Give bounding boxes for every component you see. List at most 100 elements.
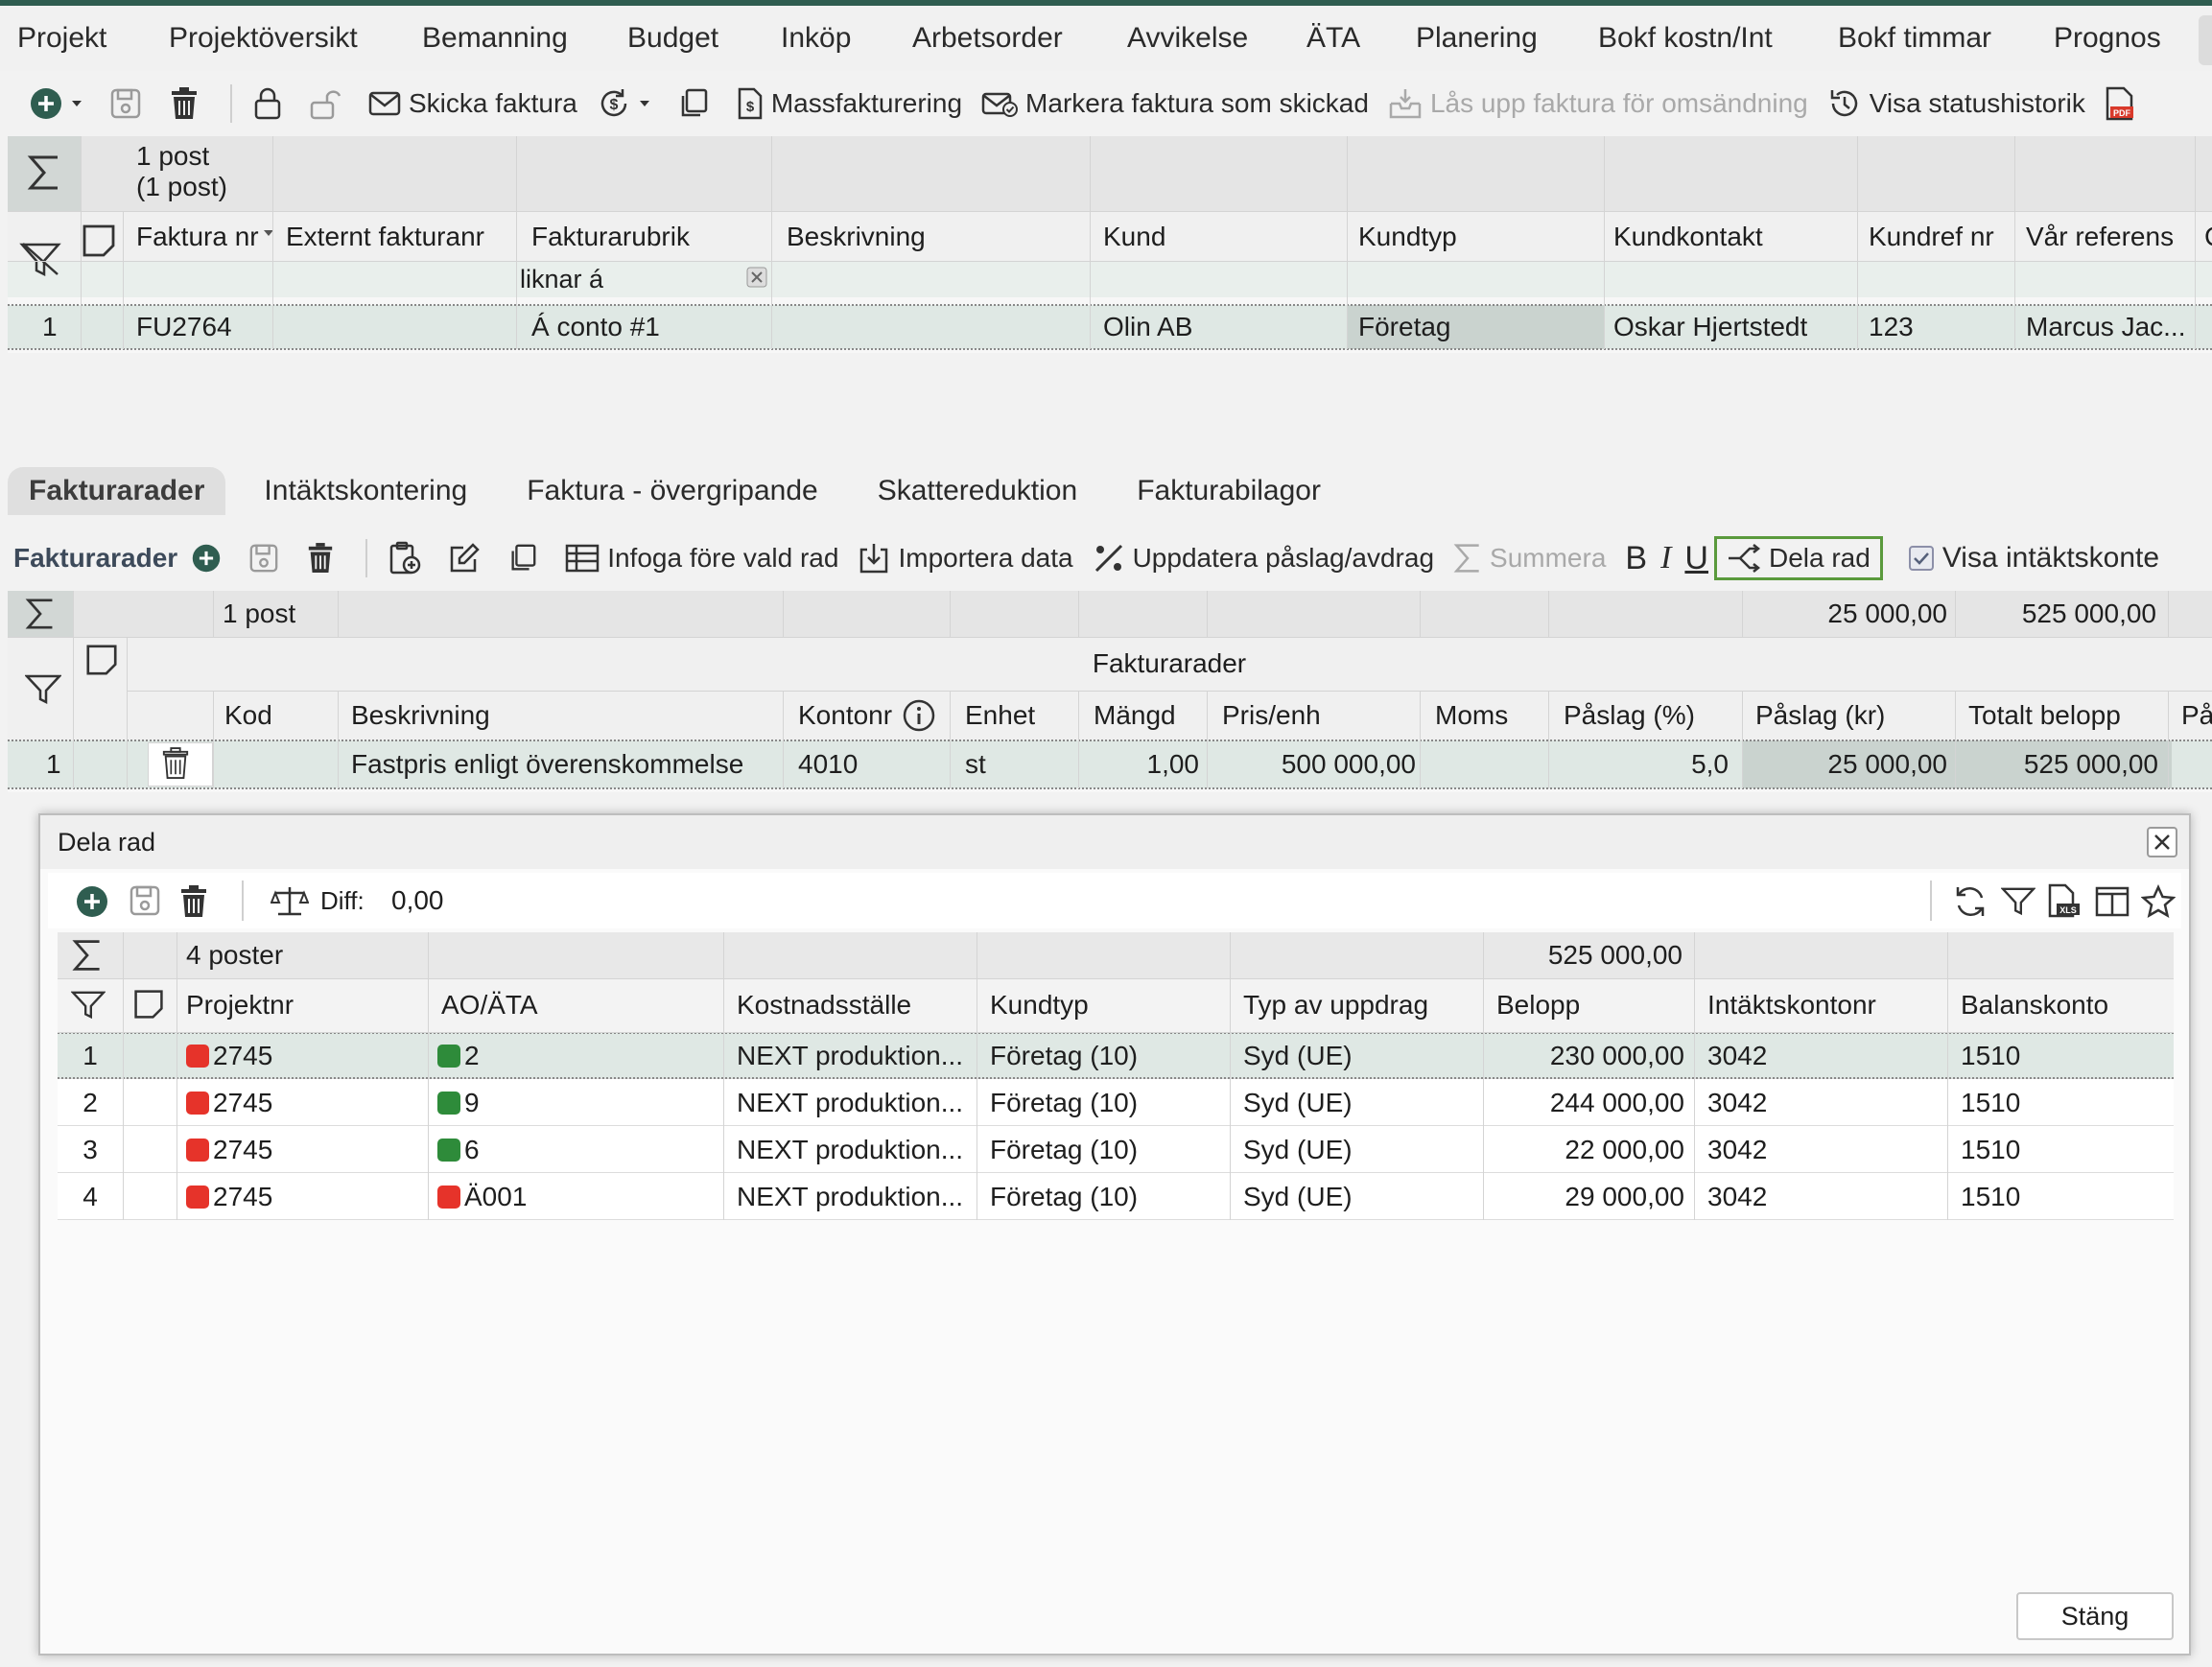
note-icon[interactable]	[81, 223, 117, 259]
col-projektnr[interactable]: Projektnr	[186, 978, 294, 1032]
delete-button[interactable]	[169, 86, 207, 121]
sum-button[interactable]: Summera	[1453, 542, 1606, 575]
col-totalt-belopp[interactable]: Totalt belopp	[1968, 691, 2121, 740]
cell-faktura-nr[interactable]: FU2764	[136, 305, 232, 349]
cell-belopp[interactable]: 22 000,00	[1489, 1126, 1684, 1173]
col-typ-av-uppdrag[interactable]: Typ av uppdrag	[1243, 978, 1428, 1032]
cell-kostnadsstalle[interactable]: NEXT produktion...	[737, 1126, 975, 1173]
save-icon[interactable]	[129, 884, 161, 917]
trash-icon[interactable]	[178, 884, 209, 919]
tab-fakturabilagor[interactable]: Fakturabilagor	[1116, 467, 1342, 515]
cell-rubrik[interactable]: Á conto #1	[531, 305, 660, 349]
cell-kundtyp[interactable]: Företag (10)	[990, 1079, 1228, 1126]
pdf-button[interactable]: PDF	[2105, 85, 2143, 122]
cell-intaktskontonr[interactable]: 3042	[1707, 1079, 1945, 1126]
col-kundtyp[interactable]: Kundtyp	[990, 978, 1089, 1032]
cell-projektnr[interactable]: 2745	[186, 1126, 426, 1173]
note-icon[interactable]	[132, 988, 165, 1021]
col-kund[interactable]: Kund	[1103, 215, 1165, 259]
cell-kundtyp[interactable]: Företag (10)	[990, 1032, 1228, 1079]
col-var-referens[interactable]: Vår referens	[2026, 215, 2174, 259]
send-invoice-button[interactable]: Skicka faktura	[368, 88, 577, 119]
col-kundtyp[interactable]: Kundtyp	[1358, 215, 1457, 259]
cell-balanskonto[interactable]: 1510	[1961, 1173, 2172, 1220]
italic-button[interactable]: I	[1660, 540, 1671, 576]
col-pris-enh[interactable]: Pris/enh	[1222, 691, 1321, 740]
cell-typ-av-uppdrag[interactable]: Syd (UE)	[1243, 1079, 1481, 1126]
tab-skattereduktion[interactable]: Skattereduktion	[857, 467, 1098, 515]
cell-kostnadsstalle[interactable]: NEXT produktion...	[737, 1079, 975, 1126]
menu-planering[interactable]: Planering	[1416, 22, 1554, 55]
tab-intaktskontering[interactable]: Intäktskontering	[243, 467, 488, 515]
filter-icon[interactable]	[2001, 886, 2036, 917]
col-moms[interactable]: Moms	[1435, 691, 1508, 740]
menu-inkop[interactable]: Inköp	[781, 22, 867, 55]
save-button[interactable]	[109, 87, 150, 120]
excel-export-icon[interactable]: XLS	[2047, 882, 2082, 919]
cell-typ-av-uppdrag[interactable]: Syd (UE)	[1243, 1173, 1481, 1220]
edit-row-button[interactable]	[448, 542, 488, 575]
cell-kundtyp[interactable]: Företag	[1358, 305, 1451, 349]
cell-totalt[interactable]: 525 000,00	[1959, 740, 2158, 788]
col-kod[interactable]: Kod	[224, 691, 272, 740]
cell-belopp[interactable]: 230 000,00	[1489, 1032, 1684, 1079]
save-rows-button[interactable]	[248, 543, 287, 574]
col-mangd[interactable]: Mängd	[1094, 691, 1176, 740]
menu-projekt[interactable]: Projekt	[17, 22, 123, 55]
filter-clear-icon[interactable]	[19, 240, 61, 278]
menu-arbetsorder[interactable]: Arbetsorder	[912, 22, 1079, 55]
cell-paslag-kr[interactable]: 25 000,00	[1742, 740, 1947, 788]
insert-before-button[interactable]: Infoga före vald rad	[565, 543, 838, 574]
tab-fakturarader[interactable]: Fakturarader	[8, 467, 226, 515]
col-beskrivning[interactable]: Beskrivning	[787, 215, 926, 259]
cell-belopp[interactable]: 244 000,00	[1489, 1079, 1684, 1126]
cell-enhet[interactable]: st	[965, 740, 986, 788]
cell-paslag-pct[interactable]: 5,0	[1556, 740, 1729, 788]
col-belopp[interactable]: Belopp	[1496, 978, 1580, 1032]
add-dropdown-button[interactable]	[29, 86, 90, 121]
col-faktura-nr[interactable]: Faktura nr	[136, 215, 259, 259]
cell-kund[interactable]: Olin AB	[1103, 305, 1192, 349]
cell-intaktskontonr[interactable]: 3042	[1707, 1173, 1945, 1220]
refresh-icon[interactable]	[1953, 884, 1988, 919]
cell-ao-ata[interactable]: 9	[437, 1079, 716, 1126]
menu-prognos[interactable]: Prognos	[2054, 22, 2177, 55]
underline-button[interactable]: U	[1684, 540, 1708, 577]
cell-projektnr[interactable]: 2745	[186, 1032, 426, 1079]
close-button[interactable]: Stäng	[2016, 1592, 2174, 1640]
fakturarubrik-filter-input[interactable]: liknar á	[520, 263, 771, 295]
col-externt-fakturanr[interactable]: Externt fakturanr	[286, 215, 484, 259]
add-row-button[interactable]	[191, 543, 229, 574]
unlock-button[interactable]	[309, 86, 349, 121]
cell-kostnadsstalle[interactable]: NEXT produktion...	[737, 1173, 975, 1220]
menu-bokf-kostn[interactable]: Bokf kostn/Int	[1598, 22, 1789, 55]
cell-intaktskontonr[interactable]: 3042	[1707, 1126, 1945, 1173]
show-revenue-toggle[interactable]: Visa intäktskonte	[1908, 542, 2159, 575]
trash-outline-icon[interactable]	[161, 746, 190, 781]
import-data-button[interactable]: Importera data	[858, 542, 1073, 575]
menu-budget[interactable]: Budget	[627, 22, 735, 55]
col-paslag-kr[interactable]: Påslag (kr)	[1755, 691, 1885, 740]
menu-bemanning[interactable]: Bemanning	[422, 22, 584, 55]
copy-button[interactable]	[677, 87, 718, 120]
cell-mangd[interactable]: 1,00	[1086, 740, 1200, 788]
cell-kundkontakt[interactable]: Oskar Hjertstedt	[1613, 305, 1807, 349]
filter-icon[interactable]	[71, 990, 106, 1021]
col-fakturarubrik[interactable]: Fakturarubrik	[531, 215, 690, 259]
col-beskrivning[interactable]: Beskrivning	[351, 691, 490, 740]
add-icon[interactable]	[75, 884, 109, 919]
col-ao-ata[interactable]: AO/ÄTA	[441, 978, 538, 1032]
filter-icon[interactable]	[25, 673, 61, 706]
delete-rows-button[interactable]	[306, 542, 342, 575]
mass-invoicing-button[interactable]: $ Massfakturering	[737, 86, 962, 121]
clear-filter-icon[interactable]	[746, 267, 767, 288]
cell-typ-av-uppdrag[interactable]: Syd (UE)	[1243, 1032, 1481, 1079]
cell-ao-ata[interactable]: 2	[437, 1032, 716, 1079]
cell-belopp[interactable]: 29 000,00	[1489, 1173, 1684, 1220]
unlock-resend-button[interactable]: Lås upp faktura för omsändning	[1388, 86, 1808, 121]
columns-icon[interactable]	[2095, 886, 2130, 917]
tab-faktura-overgripande[interactable]: Faktura - övergripande	[506, 467, 839, 515]
split-row-button[interactable]: Dela rad	[1713, 536, 1883, 580]
cell-kontonr[interactable]: 4010	[798, 740, 858, 788]
menu-ata[interactable]: ÄTA	[1306, 22, 1377, 55]
